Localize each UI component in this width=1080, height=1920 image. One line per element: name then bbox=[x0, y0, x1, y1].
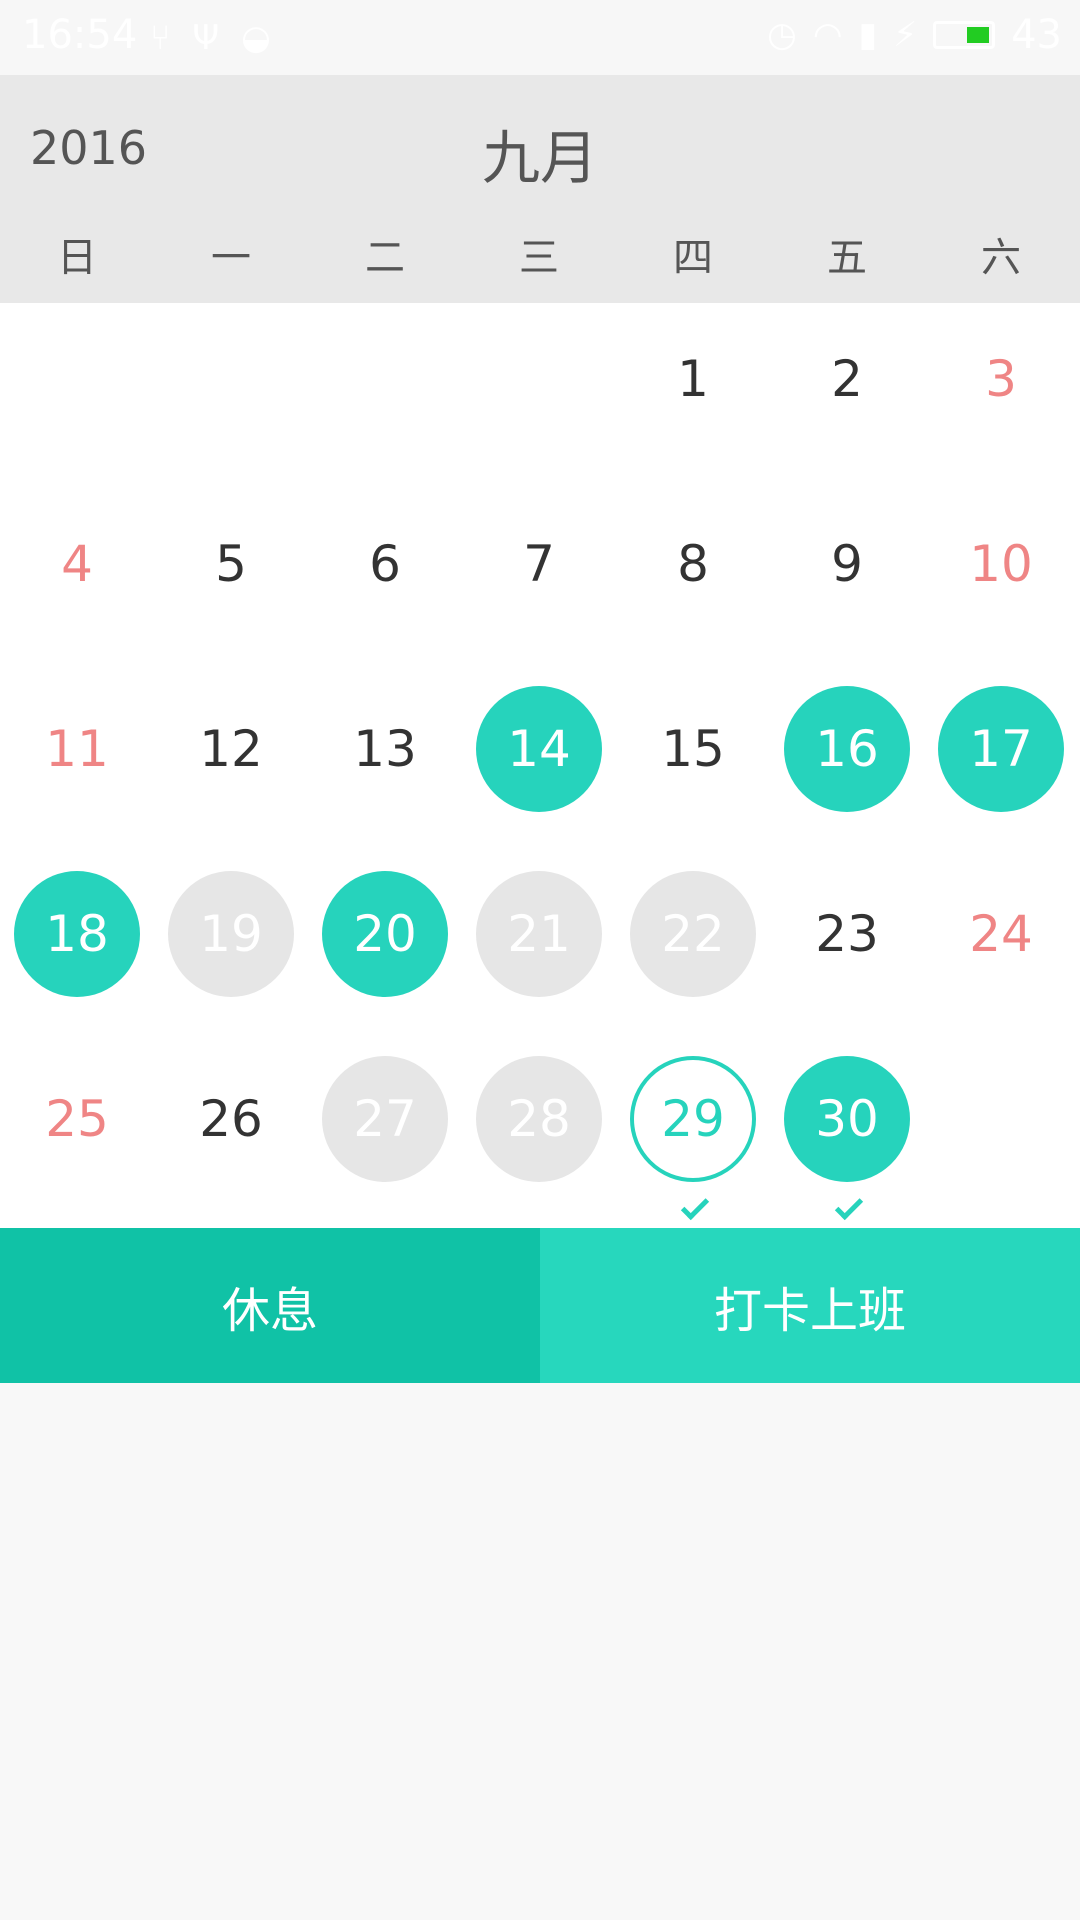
clock-in-button[interactable]: 打卡上班 bbox=[540, 1228, 1080, 1383]
month-title[interactable]: 九月 bbox=[0, 111, 1080, 195]
day-cell[interactable]: 13 bbox=[322, 686, 448, 812]
weekday-label: 日 bbox=[57, 235, 97, 281]
battery-icon bbox=[933, 21, 996, 49]
day-cell[interactable]: 21 bbox=[476, 871, 602, 997]
weekday-label: 一 bbox=[211, 235, 251, 281]
wifi-icon: ◠ bbox=[812, 15, 843, 55]
calendar-grid: 1 2 3 4 5 6 7 8 9 10 11 12 13 14 15 16 17 18 19 20 21 22 23 24 2… bbox=[0, 303, 1080, 1228]
day-cell[interactable]: 15 bbox=[630, 686, 756, 812]
day-cell[interactable]: 6 bbox=[322, 501, 448, 627]
day-cell[interactable]: 3 bbox=[938, 316, 1064, 442]
usb-debug-icon: Ψ bbox=[192, 18, 220, 58]
day-cell[interactable]: 28 bbox=[476, 1056, 602, 1182]
day-cell[interactable]: 11 bbox=[14, 686, 140, 812]
day-cell[interactable]: 20 bbox=[322, 871, 448, 997]
sync-icon: ◒ bbox=[241, 18, 271, 58]
status-bar: 16:54 ⑂ Ψ ◒ ◷ ◠ ▮ ⚡ 43 bbox=[0, 0, 1080, 75]
day-cell[interactable]: 7 bbox=[476, 501, 602, 627]
day-cell[interactable]: 25 bbox=[14, 1056, 140, 1182]
weekday-label: 四 bbox=[673, 235, 713, 281]
day-cell[interactable]: 27 bbox=[322, 1056, 448, 1182]
signal-icon: ▮ bbox=[858, 15, 878, 55]
status-time: 16:54 bbox=[22, 12, 138, 58]
day-cell[interactable]: 18 bbox=[14, 871, 140, 997]
day-cell[interactable]: 23 bbox=[784, 871, 910, 997]
calendar-header: 2016 九月 日一二三四五六 bbox=[0, 75, 1080, 303]
rest-button[interactable]: 休息 bbox=[0, 1228, 540, 1383]
day-cell[interactable]: 17 bbox=[938, 686, 1064, 812]
weekday-label: 二 bbox=[365, 235, 405, 281]
day-cell[interactable]: 12 bbox=[168, 686, 294, 812]
checkmark-icon bbox=[834, 1191, 864, 1221]
battery-percent: 43 bbox=[1011, 12, 1062, 58]
weekday-label: 六 bbox=[981, 235, 1021, 281]
alarm-icon: ◷ bbox=[767, 15, 797, 55]
day-cell[interactable]: 1 bbox=[630, 316, 756, 442]
day-cell[interactable]: 24 bbox=[938, 871, 1064, 997]
day-cell[interactable]: 8 bbox=[630, 501, 756, 627]
day-cell[interactable]: 30 bbox=[784, 1056, 910, 1182]
day-cell[interactable]: 14 bbox=[476, 686, 602, 812]
day-cell[interactable]: 19 bbox=[168, 871, 294, 997]
weekday-label: 三 bbox=[519, 235, 559, 281]
weekday-row: 日一二三四五六 bbox=[0, 225, 1080, 295]
checkmark-icon bbox=[680, 1191, 710, 1221]
day-cell[interactable]: 4 bbox=[14, 501, 140, 627]
day-cell[interactable]: 9 bbox=[784, 501, 910, 627]
charging-icon: ⚡ bbox=[893, 15, 918, 55]
day-cell[interactable]: 26 bbox=[168, 1056, 294, 1182]
day-cell[interactable]: 29 bbox=[630, 1056, 756, 1182]
day-cell[interactable]: 2 bbox=[784, 316, 910, 442]
weekday-label: 五 bbox=[827, 235, 867, 281]
day-cell[interactable]: 10 bbox=[938, 501, 1064, 627]
day-cell[interactable]: 16 bbox=[784, 686, 910, 812]
day-cell[interactable]: 5 bbox=[168, 501, 294, 627]
day-cell[interactable]: 22 bbox=[630, 871, 756, 997]
status-left-icons: ⑂ Ψ ◒ bbox=[150, 18, 271, 58]
battery-level bbox=[967, 27, 990, 43]
status-right-icons: ◷ ◠ ▮ ⚡ 43 bbox=[767, 12, 1062, 58]
usb-icon: ⑂ bbox=[150, 18, 171, 58]
